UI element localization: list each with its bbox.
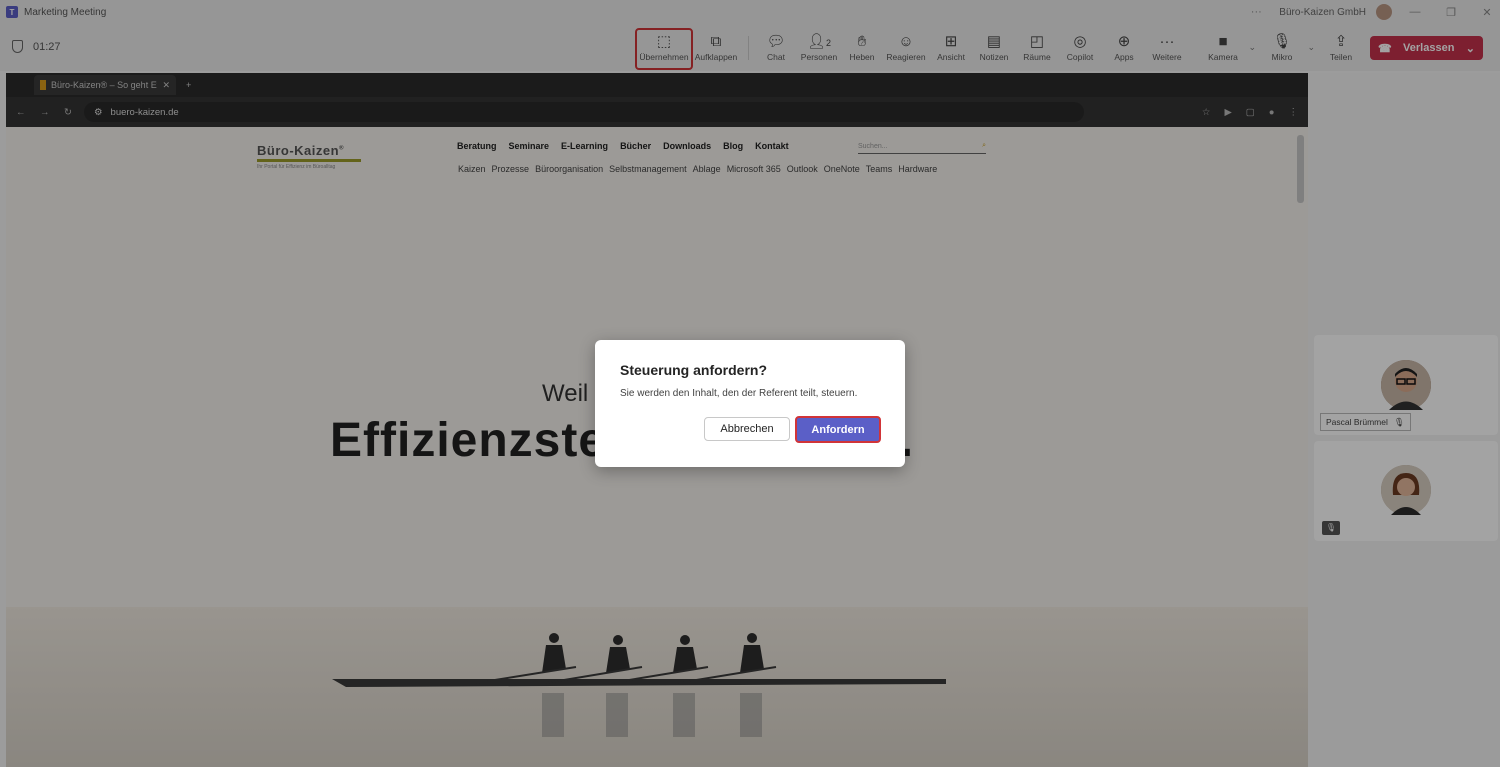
dialog-message: Sie werden den Inhalt, den der Referent …	[620, 388, 858, 399]
request-control-dialog: Steuerung anfordern? Sie werden den Inha…	[595, 340, 905, 467]
request-button[interactable]: Anfordern	[795, 416, 881, 443]
cancel-button[interactable]: Abbrechen	[704, 417, 790, 441]
dialog-title: Steuerung anfordern?	[620, 362, 768, 378]
